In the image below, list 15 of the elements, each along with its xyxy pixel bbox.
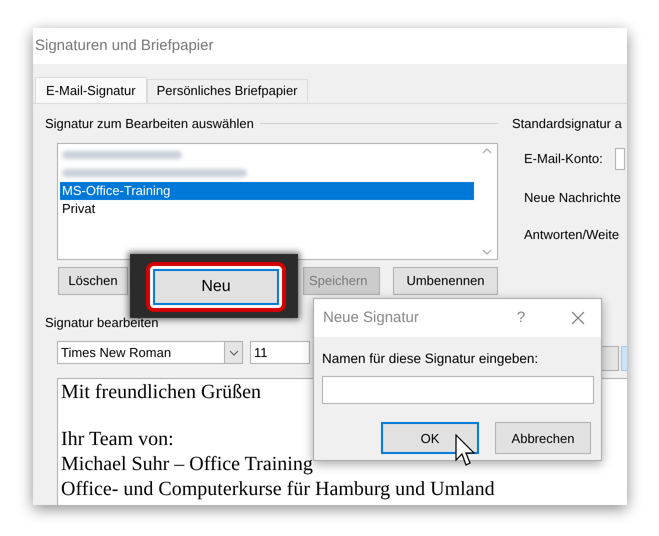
signature-line: Mit freundlichen Grüßen [61,380,261,405]
font-size: 11 [254,344,268,362]
field-label: E-Mail-Konto: [524,150,603,168]
group-label: Standardsignatur a [512,115,623,133]
group-label: Signatur zum Bearbeiten auswählen [45,115,254,133]
font-name: Times New Roman [61,344,172,362]
field-label: Neue Nachrichte [524,188,621,206]
dialog-title: Neue Signatur [323,308,420,328]
field-label: Antworten/Weite [524,226,620,244]
signature-line: Michael Suhr – Office Training [61,452,313,477]
window-title: Signaturen und Briefpapier [35,36,214,56]
signature-line: Office- und Computerkurse für Hamburg und Umland [61,477,495,502]
prompt-label: Namen für diese Signatur eingeben: [322,350,540,368]
signature-line: Ihr Team von: [61,427,174,452]
group-label: Signatur bearbeiten [45,314,158,332]
